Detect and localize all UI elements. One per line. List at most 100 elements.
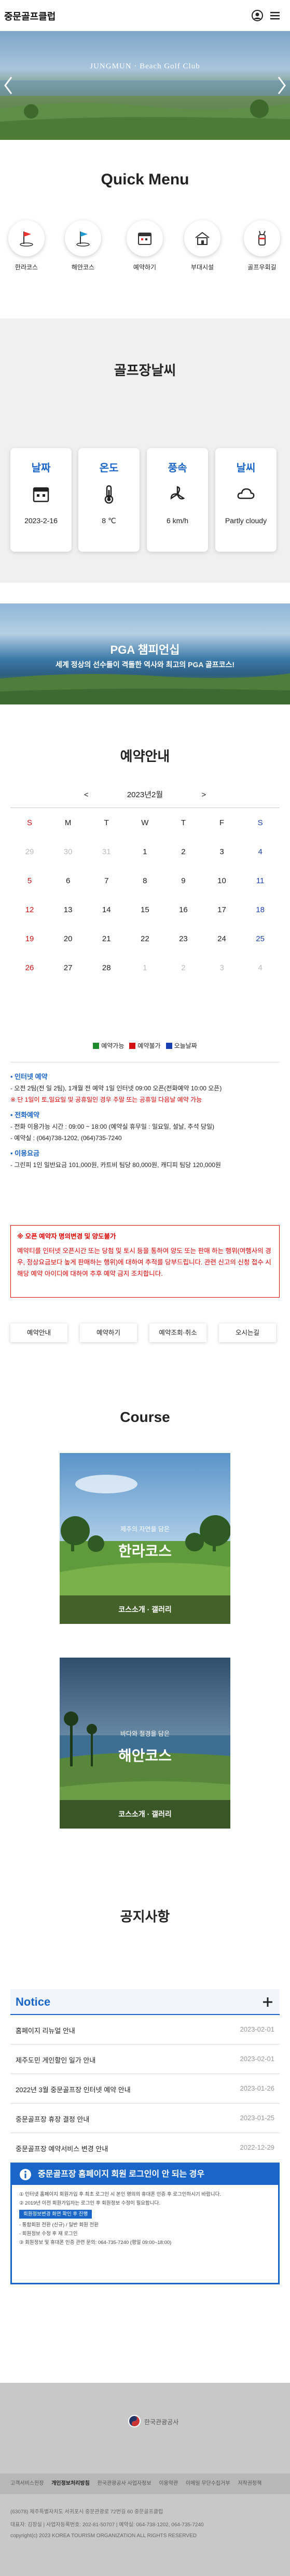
make-reservation-button[interactable]: 예약하기 xyxy=(80,1323,137,1342)
login-help-banner[interactable]: 중문골프장 홈페이지 회원 로그인이 안 되는 경우 ① 인터넷 홈페이지 회원… xyxy=(10,2163,280,2284)
calendar-day[interactable]: 15 xyxy=(126,905,164,914)
pga-title: PGA 챔피언십 xyxy=(110,643,180,656)
pga-banner[interactable]: PGA 챔피언십 세계 정상의 선수들이 격돌한 역사와 최고의 PGA 골프코… xyxy=(0,603,290,704)
legend-available: 예약가능 xyxy=(101,1042,125,1049)
course-link-bar[interactable]: 코스소개 · 갤러리 xyxy=(60,1800,230,1829)
course-link-bar[interactable]: 코스소개 · 갤러리 xyxy=(60,1595,230,1624)
notice-title: 중문골프장 휴장 결정 안내 xyxy=(16,2116,90,2123)
calendar-day[interactable]: 24 xyxy=(202,934,241,943)
calendar-day: 1 xyxy=(143,963,147,972)
notice-row[interactable]: 제주도민 게인할인 일가 안내 2023-02-01 xyxy=(10,2045,280,2074)
notice-board-title: Notice xyxy=(16,1995,51,2008)
calendar-day[interactable]: 11 xyxy=(241,876,280,885)
footer-link[interactable]: 저작권정책 xyxy=(238,2481,261,2486)
footer-link[interactable]: 개인정보처리방침 xyxy=(51,2481,90,2486)
calendar-day: 4 xyxy=(258,963,263,972)
calendar-day[interactable]: 20 xyxy=(49,934,87,943)
notice-row[interactable]: 홈페이지 리뉴얼 안내 2023-02-01 xyxy=(10,2015,280,2045)
user-icon[interactable] xyxy=(251,9,264,22)
quick-menu-item-facilities[interactable]: 부대시설 xyxy=(179,220,226,271)
info-heading: • 인터넷 예약 xyxy=(10,1073,48,1081)
calendar-day: 3 xyxy=(219,963,224,972)
reservation-title: 예약안내 xyxy=(120,749,170,764)
calendar-day[interactable]: 4 xyxy=(241,847,280,856)
calendar-day[interactable]: 5 xyxy=(10,876,49,885)
notice-row[interactable]: 중문골프장 예약서비스 변경 안내 2022-12-29 xyxy=(10,2133,280,2163)
calendar-day[interactable]: 6 xyxy=(49,876,87,885)
footer-company-info: 대표자: 김장실 | 사업자등록번호: 202-81-50707 | 예약실: … xyxy=(10,2522,204,2528)
login-help-line: ② 2019년 이전 회원가입자는 로그인 후 회원정보 수정이 필요합니다. xyxy=(19,2200,160,2206)
quick-menu-label: 부대시설 xyxy=(190,264,214,271)
footer-link[interactable]: 한국관광공사 사업자정보 xyxy=(98,2481,151,2486)
weather-card-value: 2023-2-16 xyxy=(24,516,58,525)
footer-link[interactable]: 이메일 무단수집거부 xyxy=(186,2481,230,2486)
weekday-label: F xyxy=(219,818,225,827)
calendar-legend: 예약가능 예약불가 오늘날짜 xyxy=(0,1041,290,1050)
menu-icon[interactable] xyxy=(269,9,281,22)
weather-card-title: 온도 xyxy=(99,463,119,474)
info-line: ※ 단 1일이 토,일요일 및 공휴일인 경우 주말 또는 공휴일 다음날 예약… xyxy=(10,1096,202,1103)
weather-card-temp: 온도 8 ℃ xyxy=(78,448,140,552)
calendar-day: 31 xyxy=(102,847,111,856)
quick-menu-item-coast[interactable]: 해안코스 xyxy=(60,220,106,271)
weather-card-title: 날씨 xyxy=(236,463,256,474)
calendar-day: 29 xyxy=(25,847,34,856)
quick-menu-item-halla[interactable]: 한라코스 xyxy=(3,220,50,271)
calendar-day[interactable]: 23 xyxy=(164,934,202,943)
calendar-day[interactable]: 8 xyxy=(126,876,164,885)
course-card-coast[interactable]: 바다와 절경을 담은 해안코스 코스소개 · 갤러리 xyxy=(60,1658,230,1829)
wind-icon xyxy=(170,486,185,500)
directions-button[interactable]: 오시는길 xyxy=(219,1323,276,1342)
notice-title: 2022년 3월 중문골프장 인터넷 예약 안내 xyxy=(16,2086,131,2094)
calendar-day[interactable]: 3 xyxy=(202,847,241,856)
footer-link[interactable]: 고객서비스헌장 xyxy=(10,2481,44,2486)
next-slide-icon[interactable] xyxy=(277,75,287,96)
calendar-day[interactable]: 21 xyxy=(87,934,126,943)
calendar-day[interactable]: 12 xyxy=(10,905,49,914)
calendar-day[interactable]: 22 xyxy=(126,934,164,943)
weather-title: 골프장날씨 xyxy=(114,363,176,378)
site-logo[interactable]: 중문골프클럽 xyxy=(4,9,56,23)
info-line: - 오전 2팀(전 일 2팀), 1개월 전 예약 1일 인터넷 09:00 오… xyxy=(10,1085,222,1092)
notice-date: 2023-02-01 xyxy=(240,2025,275,2033)
weather-card-value: 6 km/h xyxy=(166,516,188,525)
weather-card-wind: 풍속 6 km/h xyxy=(147,448,208,552)
calendar-day[interactable]: 9 xyxy=(164,876,202,885)
calendar-prev-button[interactable]: < xyxy=(84,790,89,799)
reservation-lookup-button[interactable]: 예약조회·취소 xyxy=(149,1323,206,1342)
calendar-day[interactable]: 10 xyxy=(202,876,241,885)
notice-row[interactable]: 중문골프장 휴장 결정 안내 2023-01-25 xyxy=(10,2104,280,2133)
notice-row[interactable]: 2022년 3월 중문골프장 인터넷 예약 안내 2023-01-26 xyxy=(10,2074,280,2104)
calendar-day[interactable]: 28 xyxy=(87,963,126,972)
calendar-day[interactable]: 1 xyxy=(126,847,164,856)
quick-menu-item-reserve[interactable]: 예약하기 xyxy=(121,220,168,271)
warning-body: 예약티를 인터넷 오픈시간 또는 당첨 및 토시 등을 통하여 양도 또는 판매… xyxy=(17,1247,271,1277)
calendar-next-button[interactable]: > xyxy=(201,790,206,799)
calendar-day[interactable]: 26 xyxy=(10,963,49,972)
calendar-day[interactable]: 19 xyxy=(10,934,49,943)
calendar-day[interactable]: 14 xyxy=(87,905,126,914)
hero-slider[interactable]: JUNGMUN · Beach Golf Club xyxy=(0,31,290,140)
calendar-day[interactable]: 16 xyxy=(164,905,202,914)
calendar-day[interactable]: 27 xyxy=(49,963,87,972)
plus-icon[interactable] xyxy=(262,1996,273,2008)
weather-card-date: 날짜 2023-2-16 xyxy=(10,448,72,552)
weekday-label: W xyxy=(141,818,149,827)
reservation-guide-button[interactable]: 예약안내 xyxy=(10,1323,67,1342)
prev-slide-icon[interactable] xyxy=(3,75,13,96)
calendar-day[interactable]: 13 xyxy=(49,905,87,914)
golf-bag-icon xyxy=(258,231,266,246)
calendar-day[interactable]: 18 xyxy=(241,905,280,914)
calendar-weekday-row: S M T W T F S xyxy=(10,808,280,837)
course-name: 한라코스 xyxy=(118,1543,172,1559)
calendar-day[interactable]: 2 xyxy=(164,847,202,856)
calendar-icon xyxy=(33,487,49,502)
calendar-day[interactable]: 17 xyxy=(202,905,241,914)
notice-title: 제주도민 게인할인 일가 안내 xyxy=(16,2056,96,2064)
calendar-day: 30 xyxy=(63,847,73,856)
footer-link[interactable]: 이용약관 xyxy=(159,2481,178,2486)
calendar-day[interactable]: 7 xyxy=(87,876,126,885)
calendar-day[interactable]: 25 xyxy=(241,934,280,943)
quick-menu-item-detour[interactable]: 골프우회길 xyxy=(239,220,285,271)
course-card-halla[interactable]: 제주의 자연을 담은 한라코스 코스소개 · 갤러리 xyxy=(60,1453,230,1624)
